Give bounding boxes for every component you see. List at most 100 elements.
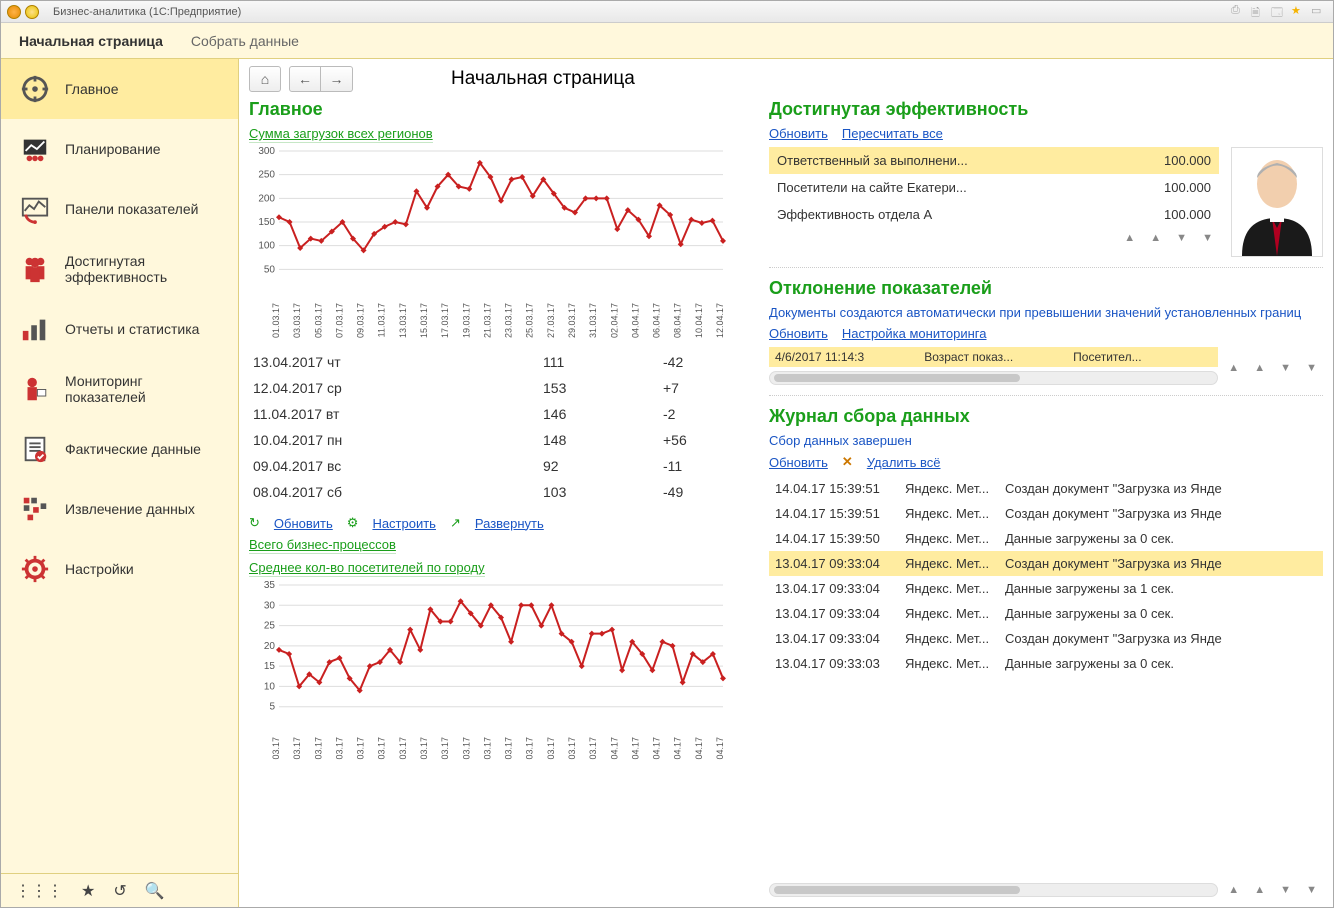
sidebar-item-5[interactable]: Мониторинг показателей xyxy=(1,359,238,419)
log-refresh-link[interactable]: Обновить xyxy=(769,455,828,470)
dev-nav-arrows[interactable]: ▲ ▲ ▼ ▼ xyxy=(1228,358,1323,374)
table-row[interactable]: 13.04.17 09:33:03Яндекс. Мет...Данные за… xyxy=(769,651,1323,676)
window-controls: ⎙ 🗎 🗔 ★ ▭ xyxy=(1231,4,1327,20)
min-icon[interactable]: ▭ xyxy=(1311,4,1327,20)
table-row[interactable]: Ответственный за выполнени...100.000 xyxy=(769,147,1219,174)
svg-text:01.03.17: 01.03.17 xyxy=(271,303,281,338)
table-row[interactable]: 14.04.17 15:39:51Яндекс. Мет...Создан до… xyxy=(769,501,1323,526)
dev-setup-link[interactable]: Настройка мониторинга xyxy=(842,326,987,341)
svg-text:05.03.17: 05.03.17 xyxy=(313,303,323,338)
svg-text:50: 50 xyxy=(264,264,276,275)
table-row[interactable]: 13.04.2017 чт111-42 xyxy=(249,349,749,375)
table-row[interactable]: 13.04.17 09:33:04Яндекс. Мет...Создан до… xyxy=(769,551,1323,576)
sidebar-icon xyxy=(19,193,51,225)
svg-text:5: 5 xyxy=(269,702,275,713)
expand-icon: ↗ xyxy=(450,515,461,531)
search-icon[interactable]: 🔍 xyxy=(145,881,165,901)
table-row[interactable]: 09.04.2017 вс92-11 xyxy=(249,453,749,479)
sidebar-item-3[interactable]: Достигнутая эффективность xyxy=(1,239,238,299)
dropdown-icon[interactable] xyxy=(25,5,39,19)
sidebar-icon xyxy=(19,133,51,165)
sidebar-item-label: Главное xyxy=(65,81,119,97)
window-titlebar: Бизнес-аналитика (1C:Предприятие) ⎙ 🗎 🗔 … xyxy=(1,1,1333,23)
chart-loads: 5010015020025030001.03.1703.03.1705.03.1… xyxy=(249,143,749,343)
heading-main: Главное xyxy=(249,99,749,120)
star-icon[interactable]: ★ xyxy=(1291,4,1307,20)
svg-text:150: 150 xyxy=(258,217,275,228)
sidebar-item-label: Настройки xyxy=(65,561,134,577)
sidebar-item-7[interactable]: Извлечение данных xyxy=(1,479,238,539)
favorite-icon[interactable]: ★ xyxy=(81,881,95,901)
svg-text:15.03.17: 15.03.17 xyxy=(419,303,429,338)
print-icon[interactable]: ⎙ xyxy=(1231,4,1247,20)
table-row[interactable]: 13.04.17 09:33:04Яндекс. Мет...Данные за… xyxy=(769,601,1323,626)
svg-text:35: 35 xyxy=(264,580,276,591)
sidebar-item-1[interactable]: Планирование xyxy=(1,119,238,179)
svg-text:27.03.17: 27.03.17 xyxy=(546,303,556,338)
chart1-title-link[interactable]: Сумма загрузок всех регионов xyxy=(249,126,433,143)
svg-text:04.17: 04.17 xyxy=(694,737,704,760)
sidebar-item-2[interactable]: Панели показателей xyxy=(1,179,238,239)
svg-text:25: 25 xyxy=(264,621,276,632)
link-processes[interactable]: Всего бизнес-процессов xyxy=(249,537,396,554)
chart-visitors: 510152025303503.1703.1703.1703.1703.1703… xyxy=(249,577,749,777)
table-row[interactable]: 11.04.2017 вт146-2 xyxy=(249,401,749,427)
table-row[interactable]: Эффективность отдела А100.000 xyxy=(769,201,1219,228)
eff-recalc-link[interactable]: Пересчитать все xyxy=(842,126,943,141)
svg-text:200: 200 xyxy=(258,193,275,204)
left-column: Главное Сумма загрузок всех регионов 501… xyxy=(239,99,759,907)
table-row[interactable]: 08.04.2017 сб103-49 xyxy=(249,479,749,505)
home-button[interactable]: ⌂ xyxy=(249,66,281,92)
sidebar-item-6[interactable]: Фактические данные xyxy=(1,419,238,479)
chart2-title-link[interactable]: Среднее кол-во посетителей по городу xyxy=(249,560,485,577)
table-row[interactable]: Посетители на сайте Екатери...100.000 xyxy=(769,174,1219,201)
calc-icon[interactable]: 🗔 xyxy=(1271,4,1287,20)
table-row[interactable]: 12.04.2017 ср153+7 xyxy=(249,375,749,401)
table-row[interactable]: 13.04.17 09:33:04Яндекс. Мет...Создан до… xyxy=(769,626,1323,651)
log-subtitle: Сбор данных завершен xyxy=(769,433,1323,448)
forward-button[interactable]: → xyxy=(321,66,353,92)
history-icon[interactable]: ↺ xyxy=(113,881,126,901)
table-row[interactable]: 14.04.17 15:39:51Яндекс. Мет...Создан до… xyxy=(769,476,1323,501)
log-scrollbar[interactable] xyxy=(769,883,1218,897)
sidebar-icon xyxy=(19,373,51,405)
log-table: 14.04.17 15:39:51Яндекс. Мет...Создан до… xyxy=(769,476,1323,676)
dev-cell-date: 4/6/2017 11:14:3 xyxy=(775,350,864,364)
deviation-row[interactable]: 4/6/2017 11:14:3 Возраст показ... Посети… xyxy=(769,347,1218,367)
table-row[interactable]: 13.04.17 09:33:04Яндекс. Мет...Данные за… xyxy=(769,576,1323,601)
log-delete-all-link[interactable]: Удалить всё xyxy=(867,455,941,470)
refresh-link[interactable]: Обновить xyxy=(274,516,333,531)
svg-text:02.04.17: 02.04.17 xyxy=(609,303,619,338)
deviation-hint: Документы создаются автоматически при пр… xyxy=(769,305,1323,320)
sidebar-item-4[interactable]: Отчеты и статистика xyxy=(1,299,238,359)
back-button[interactable]: ← xyxy=(289,66,321,92)
table-row[interactable]: 14.04.17 15:39:50Яндекс. Мет...Данные за… xyxy=(769,526,1323,551)
svg-text:31.03.17: 31.03.17 xyxy=(588,303,598,338)
sidebar-icon xyxy=(19,433,51,465)
svg-text:03.17: 03.17 xyxy=(482,737,492,760)
heading-log: Журнал сбора данных xyxy=(769,406,1323,427)
svg-text:03.17: 03.17 xyxy=(504,737,514,760)
efficiency-nav-arrows[interactable]: ▲ ▲ ▼ ▼ xyxy=(769,228,1219,244)
tab-collect-data[interactable]: Собрать данные xyxy=(191,33,299,49)
log-nav-arrows[interactable]: ▲ ▲ ▼ ▼ xyxy=(1228,880,1323,896)
svg-text:03.17: 03.17 xyxy=(313,737,323,760)
doc-icon[interactable]: 🗎 xyxy=(1251,4,1267,20)
apps-icon[interactable]: ⋮⋮⋮ xyxy=(15,881,63,901)
expand-link[interactable]: Развернуть xyxy=(475,516,544,531)
dev-refresh-link[interactable]: Обновить xyxy=(769,326,828,341)
right-column: Достигнутая эффективность Обновить Перес… xyxy=(759,99,1333,907)
table-row[interactable]: 10.04.2017 пн148+56 xyxy=(249,427,749,453)
breadcrumb-tabs: Начальная страница Собрать данные xyxy=(1,23,1333,59)
refresh-icon: ↻ xyxy=(249,515,260,531)
sidebar-item-0[interactable]: Главное xyxy=(1,59,238,119)
dev-scrollbar[interactable] xyxy=(769,371,1218,385)
eff-refresh-link[interactable]: Обновить xyxy=(769,126,828,141)
tab-start-page[interactable]: Начальная страница xyxy=(19,33,163,49)
sidebar-item-8[interactable]: Настройки xyxy=(1,539,238,599)
svg-text:19.03.17: 19.03.17 xyxy=(461,303,471,338)
setup-link[interactable]: Настроить xyxy=(372,516,436,531)
close-icon: ✕ xyxy=(842,454,853,470)
sidebar-icon xyxy=(19,73,51,105)
svg-text:03.17: 03.17 xyxy=(334,737,344,760)
